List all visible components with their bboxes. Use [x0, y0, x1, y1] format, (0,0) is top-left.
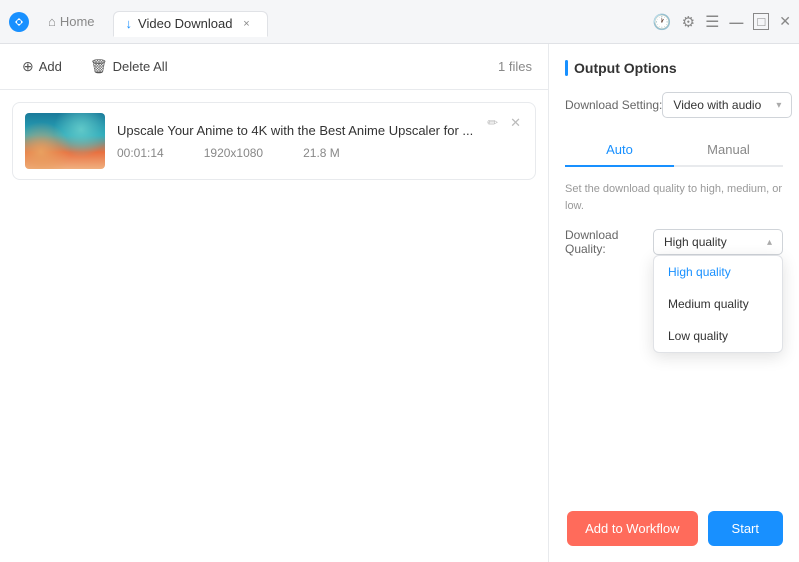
- remove-file-button[interactable]: ✕: [508, 113, 523, 133]
- title-bar: ⌂ Home ↓ Video Download × 🕐 ⚙ ☰ — □ ✕: [0, 0, 799, 44]
- bottom-actions: Add to Workflow Start: [567, 511, 783, 546]
- quality-description: Set the download quality to high, medium…: [565, 181, 783, 214]
- app-logo: [8, 11, 30, 33]
- toolbar: ⊕ Add 🗑 Delete All 1 files: [0, 44, 548, 90]
- file-count: 1 files: [498, 59, 532, 74]
- download-setting-label: Download Setting:: [565, 98, 662, 112]
- toolbar-left: ⊕ Add 🗑 Delete All: [16, 54, 174, 79]
- download-setting-value: Video with audio: [673, 98, 761, 112]
- video-download-tab[interactable]: ↓ Video Download ×: [113, 11, 268, 37]
- download-icon: ↓: [126, 16, 133, 31]
- section-title: Output Options: [565, 60, 783, 76]
- menu-icon[interactable]: ☰: [705, 12, 719, 32]
- minimize-button[interactable]: —: [729, 14, 743, 30]
- file-title: Upscale Your Anime to 4K with the Best A…: [117, 123, 523, 138]
- file-resolution: 1920x1080: [204, 146, 263, 160]
- file-info: Upscale Your Anime to 4K with the Best A…: [117, 123, 523, 160]
- home-tab[interactable]: ⌂ Home: [36, 10, 107, 33]
- quality-option-medium[interactable]: Medium quality: [654, 288, 782, 320]
- quality-dropdown: High quality Medium quality Low quality: [653, 255, 783, 353]
- maximize-button[interactable]: □: [753, 13, 769, 30]
- title-bar-controls: 🕐 ⚙ ☰ — □ ✕: [653, 12, 791, 32]
- title-bar-left: ⌂ Home ↓ Video Download ×: [8, 9, 653, 35]
- quality-row: Download Quality: High quality ▴ High qu…: [565, 228, 783, 256]
- file-meta: 00:01:14 1920x1080 21.8 M: [117, 146, 523, 160]
- quality-label: Download Quality:: [565, 228, 653, 256]
- close-tab-button[interactable]: ×: [239, 16, 255, 32]
- download-setting-row: Download Setting: Video with audio ▾: [565, 92, 783, 118]
- file-actions: ✏ ✕: [485, 113, 523, 133]
- setting-chevron-down-icon: ▾: [776, 100, 781, 111]
- delete-label: Delete All: [113, 59, 168, 74]
- add-to-workflow-button[interactable]: Add to Workflow: [567, 511, 697, 546]
- delete-all-button[interactable]: 🗑 Delete All: [84, 54, 174, 79]
- quality-select[interactable]: High quality ▴: [653, 229, 783, 255]
- settings-icon[interactable]: ⚙: [682, 13, 695, 31]
- right-panel: Output Options Download Setting: Video w…: [549, 44, 799, 562]
- main-content: ⊕ Add 🗑 Delete All 1 files: [0, 44, 799, 562]
- quality-chevron-up-icon: ▴: [767, 237, 772, 248]
- home-icon: ⌂: [48, 14, 56, 29]
- file-size: 21.8 M: [303, 146, 340, 160]
- quality-option-high[interactable]: High quality: [654, 256, 782, 288]
- left-panel: ⊕ Add 🗑 Delete All 1 files: [0, 44, 549, 562]
- active-tab-label: Video Download: [138, 16, 232, 31]
- start-button[interactable]: Start: [708, 511, 783, 546]
- tab-manual[interactable]: Manual: [674, 134, 783, 167]
- home-label: Home: [60, 14, 95, 29]
- add-button[interactable]: ⊕ Add: [16, 54, 68, 79]
- file-list: Upscale Your Anime to 4K with the Best A…: [0, 90, 548, 562]
- edit-button[interactable]: ✏: [485, 113, 500, 133]
- add-label: Add: [39, 59, 62, 74]
- file-thumbnail: [25, 113, 105, 169]
- download-setting-select[interactable]: Video with audio ▾: [662, 92, 792, 118]
- file-item: Upscale Your Anime to 4K with the Best A…: [12, 102, 536, 180]
- thumbnail-art: [25, 113, 105, 169]
- quality-select-container: High quality ▴ High quality Medium quali…: [653, 229, 783, 255]
- section-title-accent: [565, 60, 568, 76]
- quality-selected-value: High quality: [664, 235, 727, 249]
- tab-auto[interactable]: Auto: [565, 134, 674, 167]
- trash-icon: 🗑: [90, 58, 108, 75]
- quality-tabs: Auto Manual: [565, 134, 783, 167]
- history-icon[interactable]: 🕐: [653, 13, 672, 31]
- file-duration: 00:01:14: [117, 146, 164, 160]
- add-icon: ⊕: [22, 58, 34, 75]
- app-close-button[interactable]: ✕: [779, 13, 791, 30]
- section-title-text: Output Options: [574, 60, 677, 76]
- quality-option-low[interactable]: Low quality: [654, 320, 782, 352]
